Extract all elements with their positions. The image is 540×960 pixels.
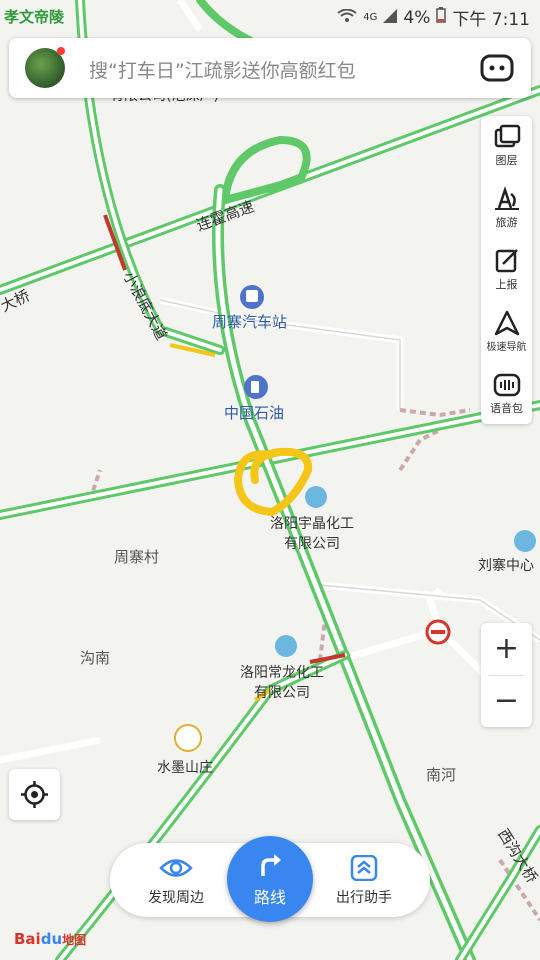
voice-pack-icon (481, 372, 532, 398)
zoom-control: + − (481, 623, 532, 727)
search-bar[interactable]: 搜“打车日”江疏影送你高额红包 (9, 38, 531, 98)
route-button[interactable]: 路线 (227, 836, 313, 922)
status-left-text: 孝文帝陵 (4, 8, 65, 26)
turn-right-icon (227, 852, 313, 882)
assistant-label: 出行助手 (336, 890, 392, 906)
gounan-label: 沟南 (80, 649, 111, 667)
travel-assistant-button[interactable]: 出行助手 (318, 853, 410, 907)
eye-icon (130, 855, 222, 885)
tool-label: 极速导航 (486, 342, 527, 353)
battery-percent: 4% (403, 7, 431, 28)
tool-layers[interactable]: 图层 (481, 118, 532, 180)
map-tools-panel: 图层 旅游 上报 极速导航 语音包 (481, 116, 532, 424)
search-input[interactable]: 搜“打车日”江疏影送你高额红包 (89, 56, 356, 83)
tool-label: 上报 (495, 278, 518, 291)
route-label: 路线 (253, 888, 286, 907)
voice-assistant-icon[interactable] (479, 53, 515, 83)
locate-icon (9, 781, 60, 824)
signal-icon (383, 8, 398, 28)
wifi-icon (337, 8, 357, 28)
report-icon (481, 248, 532, 274)
status-bar: 孝文帝陵 4G 4% 下午 7:11 (0, 0, 540, 34)
tool-report[interactable]: 上报 (481, 242, 532, 304)
map-canvas[interactable] (0, 0, 540, 960)
village-label: 周寨村 (114, 548, 160, 566)
liuzhai-label[interactable]: 刘寨中心 (478, 556, 534, 576)
shuimo-label[interactable]: 水墨山庄 (157, 758, 213, 778)
travel-icon (481, 186, 532, 212)
assistant-icon (318, 854, 410, 885)
zoom-in-button[interactable]: + (481, 623, 532, 675)
tool-label: 旅游 (495, 216, 518, 229)
zoom-out-button[interactable]: − (481, 675, 532, 727)
chem2-label[interactable]: 洛阳常龙化工 有限公司 (240, 663, 324, 703)
tool-voice-pack[interactable]: 语音包 (481, 366, 532, 428)
battery-icon (436, 7, 447, 28)
navigation-icon (481, 310, 532, 336)
status-right: 4G 4% 下午 7:11 (337, 5, 530, 30)
clock: 下午 7:11 (452, 10, 530, 30)
tool-label: 图层 (495, 154, 518, 167)
discover-label: 发现周边 (148, 890, 204, 906)
chem1-label[interactable]: 洛阳宇晶化工 有限公司 (270, 514, 354, 554)
notification-dot (57, 47, 65, 55)
tool-travel[interactable]: 旅游 (481, 180, 532, 242)
tool-fast-navigation[interactable]: 极速导航 (481, 304, 532, 366)
layers-icon (481, 124, 532, 150)
network-type: 4G (363, 12, 378, 23)
locate-button[interactable] (9, 769, 60, 820)
tool-label: 语音包 (490, 402, 523, 415)
gas-station-label[interactable]: 中国石油 (224, 403, 284, 423)
nanhe-label: 南河 (426, 766, 457, 784)
discover-nearby-button[interactable]: 发现周边 (130, 853, 222, 907)
bus-station-label[interactable]: 周寨汽车站 (212, 312, 287, 332)
baidu-map-logo: Baidu地图 (14, 930, 87, 948)
